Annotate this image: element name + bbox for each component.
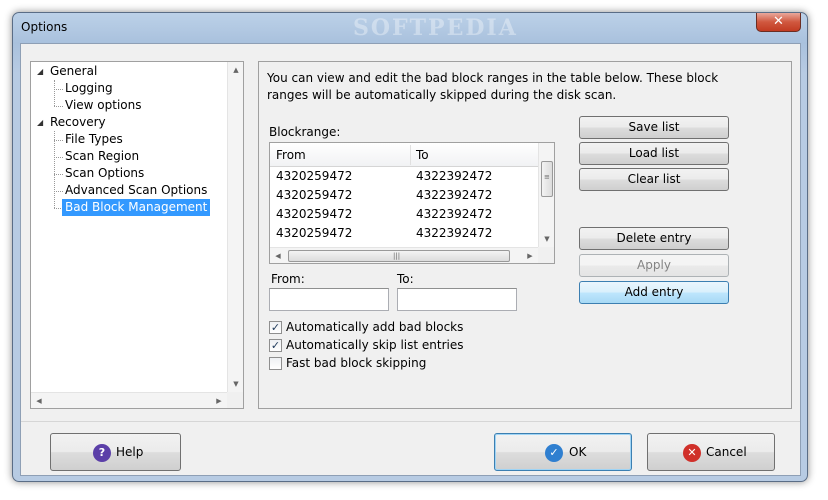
cell-from: 4320259472	[276, 188, 353, 202]
table-row[interactable]: 4320259472 4322392472	[270, 224, 538, 243]
tree-item-recovery[interactable]: Recovery	[47, 114, 109, 131]
checkbox-label: Automatically add bad blocks	[286, 320, 464, 334]
table-header: From To	[270, 143, 538, 167]
from-label: From:	[271, 272, 305, 286]
title-bar[interactable]: Options SOFTPEDIA ✕	[13, 13, 807, 41]
blockrange-label: Blockrange:	[269, 125, 341, 139]
close-button[interactable]: ✕	[756, 13, 801, 32]
options-window: Options SOFTPEDIA ✕ ◢ General Logging Vi…	[12, 12, 808, 482]
scroll-corner	[538, 247, 554, 263]
scroll-right-icon[interactable]: ▶	[211, 393, 227, 409]
help-label: Help	[116, 445, 144, 459]
tree-item-bad-block-management[interactable]: Bad Block Management	[62, 199, 211, 216]
cancel-label: Cancel	[706, 445, 747, 459]
blockrange-table[interactable]: From To 4320259472 4322392472 4320259472…	[269, 142, 555, 264]
clear-list-button[interactable]: Clear list	[579, 168, 729, 191]
table-horizontal-scrollbar[interactable]: ◀ ||| ▶	[270, 247, 538, 263]
ok-label: OK	[569, 445, 587, 459]
dialog-client-area: ◢ General Logging View options ◢ Recover…	[20, 43, 801, 476]
to-label: To:	[397, 272, 414, 286]
tree-item-advanced-scan-options[interactable]: Advanced Scan Options	[62, 182, 210, 199]
checkbox-label: Fast bad block skipping	[286, 356, 427, 370]
grip-icon: ≡	[544, 173, 550, 181]
scroll-thumb[interactable]: |||	[288, 250, 510, 262]
to-input[interactable]	[397, 288, 517, 311]
from-input[interactable]	[269, 288, 389, 311]
apply-button[interactable]: Apply	[579, 254, 729, 277]
panel-description: You can view and edit the bad block rang…	[267, 71, 719, 102]
tree-connector	[54, 80, 55, 106]
scroll-down-icon[interactable]: ▼	[539, 231, 555, 247]
scroll-left-icon[interactable]: ◀	[270, 248, 286, 264]
column-header-from[interactable]: From	[270, 143, 410, 167]
tree-vertical-scrollbar[interactable]: ▲ ▼	[227, 62, 243, 392]
cell-to: 4322392472	[416, 226, 493, 240]
table-row[interactable]: 4320259472 4322392472	[270, 167, 538, 186]
cancel-icon: ✕	[683, 444, 701, 462]
window-title: Options	[21, 20, 68, 34]
tree-item-scan-options[interactable]: Scan Options	[62, 165, 147, 182]
scroll-right-icon[interactable]: ▶	[522, 248, 538, 264]
tree-item-general[interactable]: General	[47, 63, 100, 80]
auto-add-bad-blocks-checkbox[interactable]: ✓	[269, 321, 282, 334]
auto-skip-list-entries-checkbox[interactable]: ✓	[269, 339, 282, 352]
help-icon: ?	[93, 444, 111, 462]
ok-button[interactable]: ✓ OK	[494, 433, 632, 471]
collapse-arrow-icon[interactable]: ◢	[37, 118, 43, 127]
table-vertical-scrollbar[interactable]: ≡ ▼	[538, 143, 554, 247]
bad-block-panel: You can view and edit the bad block rang…	[258, 61, 792, 409]
scroll-thumb[interactable]: ≡	[541, 161, 553, 197]
delete-entry-button[interactable]: Delete entry	[579, 227, 729, 250]
save-list-button[interactable]: Save list	[579, 116, 729, 139]
table-row[interactable]: 4320259472 4322392472	[270, 186, 538, 205]
scroll-down-icon[interactable]: ▼	[228, 376, 244, 392]
scroll-up-icon[interactable]: ▲	[228, 62, 244, 78]
tree-horizontal-scrollbar[interactable]: ◀ ▶	[31, 392, 227, 408]
cell-from: 4320259472	[276, 169, 353, 183]
grip-icon: |||	[393, 252, 401, 260]
cell-to: 4322392472	[416, 207, 493, 221]
add-entry-button[interactable]: Add entry	[579, 281, 729, 304]
softpedia-watermark: SOFTPEDIA	[353, 15, 518, 41]
close-icon: ✕	[773, 14, 784, 29]
cell-to: 4322392472	[416, 188, 493, 202]
load-list-button[interactable]: Load list	[579, 142, 729, 165]
tree-item-view-options[interactable]: View options	[62, 97, 145, 114]
tree-item-file-types[interactable]: File Types	[62, 131, 126, 148]
help-button[interactable]: ? Help	[50, 433, 181, 471]
cell-from: 4320259472	[276, 207, 353, 221]
scroll-left-icon[interactable]: ◀	[31, 393, 47, 409]
cell-from: 4320259472	[276, 226, 353, 240]
footer-divider	[21, 421, 800, 422]
fast-bad-block-skipping-checkbox[interactable]	[269, 357, 282, 370]
cancel-button[interactable]: ✕ Cancel	[647, 433, 775, 471]
cell-to: 4322392472	[416, 169, 493, 183]
tree-item-scan-region[interactable]: Scan Region	[62, 148, 142, 165]
tree-item-logging[interactable]: Logging	[62, 80, 116, 97]
options-tree[interactable]: ◢ General Logging View options ◢ Recover…	[30, 61, 244, 409]
table-row[interactable]: 4320259472 4322392472	[270, 205, 538, 224]
scroll-corner	[227, 392, 243, 408]
tree-content: ◢ General Logging View options ◢ Recover…	[31, 62, 227, 392]
tree-connector	[54, 131, 55, 208]
collapse-arrow-icon[interactable]: ◢	[37, 67, 43, 76]
column-header-to[interactable]: To	[410, 143, 540, 167]
checkbox-label: Automatically skip list entries	[286, 338, 464, 352]
check-icon: ✓	[545, 444, 563, 462]
